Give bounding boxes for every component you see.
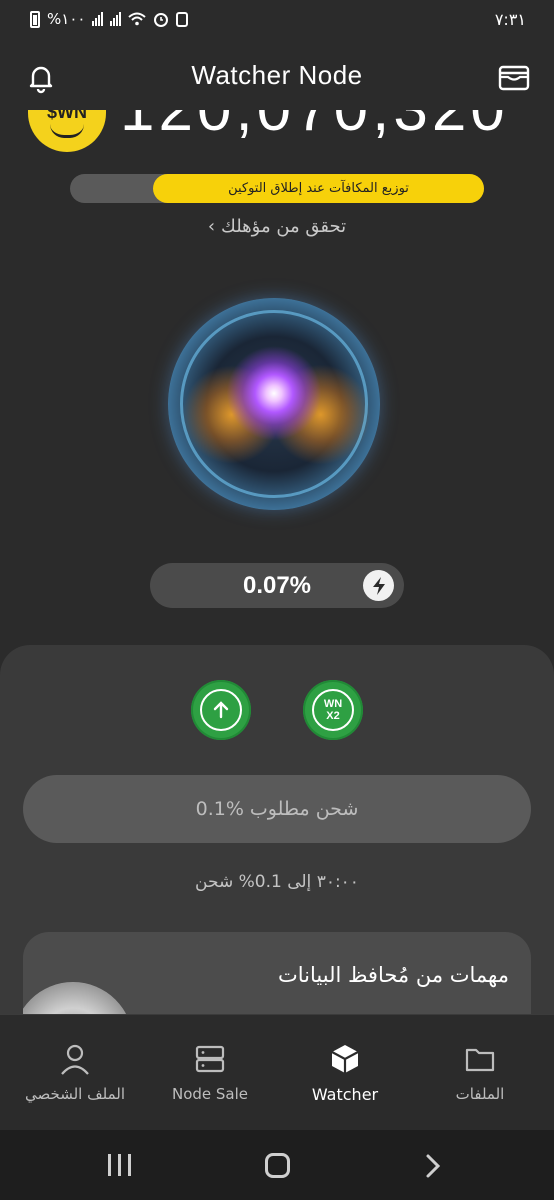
status-clock: ٧:٣١	[494, 10, 526, 29]
server-icon	[195, 1045, 225, 1073]
battery-icon	[30, 10, 40, 28]
nav-item-profile[interactable]: الملف الشخصي	[6, 1035, 144, 1103]
charge-indicator: 0.07%	[150, 563, 404, 608]
x2-label-top: WN	[323, 698, 343, 710]
system-navigation-bar	[0, 1130, 554, 1200]
rewards-banner-text: توزيع المكافآت عند إطلاق التوكين	[228, 181, 409, 196]
page-title: Watcher Node	[191, 60, 363, 90]
cube-icon	[331, 1045, 359, 1073]
arrow-up-icon	[200, 689, 242, 731]
signal-icon	[92, 12, 104, 26]
back-chevron-icon[interactable]	[418, 1151, 448, 1181]
eligibility-label: تحقق من مؤهلك	[221, 216, 347, 237]
eligibility-link[interactable]: ‹ تحقق من مؤهلك	[0, 216, 554, 237]
folder-icon	[465, 1048, 495, 1072]
nav-item-files[interactable]: الملفات	[411, 1035, 549, 1103]
lightning-bolt-icon	[363, 570, 394, 601]
person-icon	[61, 1044, 89, 1075]
charge-time-info: ٣٠:٠٠ إلى 0.1% شحن	[195, 872, 359, 892]
signal-icon-2	[110, 12, 122, 26]
recents-button[interactable]	[108, 1154, 131, 1176]
wn-x2-badge: WN X2	[312, 689, 354, 731]
action-sheet: WN X2 0.1% شحن مطلوب ٣٠:٠٠ إلى 0.1% شحن م…	[0, 645, 554, 1025]
battery-level: %١٠٠	[47, 10, 86, 28]
alarm-icon	[154, 13, 169, 27]
status-bar: %١٠٠ ٧:٣١	[0, 0, 554, 44]
nav-label-watcher: Watcher	[311, 1085, 379, 1104]
upload-button[interactable]	[191, 680, 251, 740]
nav-label-profile: الملف الشخصي	[25, 1085, 125, 1103]
nav-item-watcher[interactable]: Watcher	[276, 1035, 414, 1104]
x2-label-bottom: X2	[326, 710, 340, 722]
nav-label-files: الملفات	[455, 1085, 505, 1103]
nav-label-node-sale: Node Sale	[171, 1085, 249, 1103]
bottom-navigation: الملف الشخصي Node Sale Watcher الملفات	[0, 1014, 554, 1130]
home-button[interactable]	[265, 1153, 290, 1178]
status-icons: %١٠٠	[30, 10, 189, 28]
app-header: Watcher Node	[0, 44, 554, 110]
charge-required-button[interactable]: 0.1% شحن مطلوب	[23, 775, 531, 843]
rewards-progress-fill: توزيع المكافآت عند إطلاق التوكين	[153, 174, 484, 203]
tasks-title: مهمات من مُحافظ البيانات	[278, 963, 509, 987]
nav-item-node-sale[interactable]: Node Sale	[141, 1035, 279, 1103]
app-notification-icon	[176, 12, 189, 27]
wn-x2-button[interactable]: WN X2	[303, 680, 363, 740]
data-keeper-tasks-card[interactable]: مهمات من مُحافظ البيانات	[23, 932, 531, 1025]
chevron-left-icon: ‹	[207, 216, 216, 237]
wallet-icon[interactable]	[498, 64, 530, 92]
wifi-icon	[128, 12, 147, 26]
orb-ring	[180, 310, 368, 498]
